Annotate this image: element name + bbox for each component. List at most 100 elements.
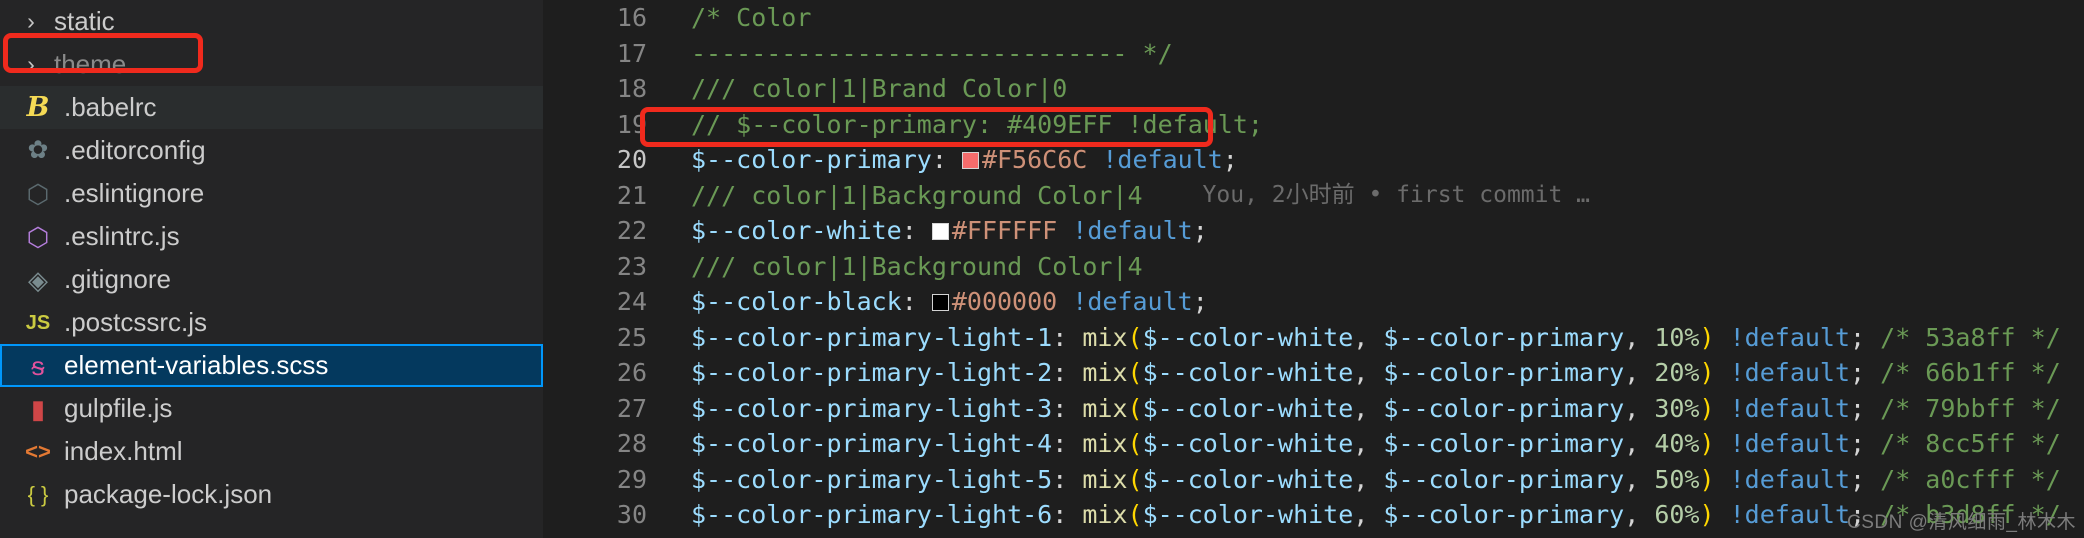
file-item-gulpfile-js[interactable]: ▮ gulpfile.js: [0, 387, 543, 430]
token-punct: :: [931, 145, 947, 174]
line-number: 30: [616, 500, 647, 529]
token-punct: [1057, 287, 1072, 316]
code-lines[interactable]: 16 /* Color 17 ----------------------------…: [543, 0, 2084, 533]
file-item-editorconfig[interactable]: ✿ .editorconfig: [0, 129, 543, 172]
token-punct: :: [1052, 358, 1083, 387]
code-line-28[interactable]: 28 $--color-primary-light-4: mix($--color…: [543, 426, 2084, 462]
file-item-index-html[interactable]: <> index.html: [0, 430, 543, 473]
token-var: $--color-primary: [691, 145, 932, 174]
token-punct: [947, 145, 962, 174]
token-comment: /* 8cc5ff */: [1880, 429, 2061, 458]
code-line-26[interactable]: 26 $--color-primary-light-2: mix($--color…: [543, 355, 2084, 391]
code-text[interactable]: /// color|1|Background Color|4: [673, 178, 1143, 214]
code-editor[interactable]: 16 /* Color 17 ----------------------------…: [543, 0, 2084, 538]
token-keyword: !default: [1729, 322, 1851, 352]
file-tree-item-label: theme: [54, 49, 127, 79]
token-punct: ;: [1850, 464, 1881, 494]
token-var: $--color-black: [691, 287, 902, 316]
file-item-package-lock-json[interactable]: { } package-lock.json: [0, 473, 543, 516]
token-punct: ,: [1624, 500, 1655, 529]
file-item-eslintignore[interactable]: ⬡ .eslintignore: [0, 172, 543, 215]
file-item-gitignore[interactable]: ◈ .gitignore: [0, 258, 543, 301]
token-hex: #F56C6C: [981, 145, 1088, 174]
token-var: $--color-primary-light-3: [691, 393, 1053, 423]
code-line-25[interactable]: 25 $--color-primary-light-1: mix($--color…: [543, 320, 2084, 356]
code-line-21[interactable]: 21 /// color|1|Background Color|4 You, 2小时…: [543, 178, 2084, 214]
token-var: $--color-primary-light-4: [691, 429, 1053, 458]
code-text[interactable]: ----------------------------- */: [673, 36, 1173, 72]
token-punct: ;: [1850, 429, 1881, 458]
code-text[interactable]: /// color|1|Background Color|4: [673, 249, 1143, 285]
token-punct: [1715, 394, 1730, 423]
code-text[interactable]: $--color-primary: #F56C6C !default;: [673, 142, 1238, 178]
code-text[interactable]: /// color|1|Brand Color|0: [673, 71, 1067, 107]
color-swatch[interactable]: [931, 294, 949, 311]
git-blame-annotation[interactable]: You, 2小时前 • first commit …: [1143, 178, 1591, 214]
token-var: $--color-primary-light-5: [691, 464, 1053, 494]
code-line-18[interactable]: 18 /// color|1|Brand Color|0: [543, 71, 2084, 107]
code-text[interactable]: $--color-primary-light-1: mix($--color-w…: [673, 320, 2061, 356]
token-var: $--color-primary: [1383, 500, 1625, 529]
line-number: 19: [616, 109, 647, 139]
line-number: 16: [616, 3, 647, 32]
file-item-postcssrc-js[interactable]: JS .postcssrc.js: [0, 301, 543, 344]
code-line-20[interactable]: 20 $--color-primary: #F56C6C !default;: [543, 142, 2084, 178]
code-text[interactable]: $--color-white: #FFFFFF !default;: [673, 213, 1208, 249]
chevron-right-icon[interactable]: ›: [14, 53, 48, 76]
token-punct: [1057, 216, 1072, 245]
token-punct: [1087, 145, 1102, 174]
token-var: $--color-primary-light-2: [691, 358, 1053, 387]
token-punct: ,: [1353, 500, 1384, 529]
code-text[interactable]: $--color-black: #000000 !default;: [673, 284, 1208, 320]
code-text[interactable]: $--color-primary-light-5: mix($--color-w…: [673, 462, 2061, 498]
line-number: 23: [616, 251, 647, 281]
folder-item-static[interactable]: › static: [0, 0, 543, 43]
token-paren1: ): [1699, 429, 1715, 458]
token-comment: ----------------------------- */: [691, 38, 1173, 68]
code-text[interactable]: // $--color-primary: #409EFF !default;: [673, 107, 1263, 143]
file-item-babelrc[interactable]: B .babelrc: [0, 86, 543, 129]
token-hex: #FFFFFF: [951, 216, 1058, 245]
token-func: mix: [1082, 393, 1128, 423]
token-var: $--color-primary: [1383, 358, 1625, 387]
color-swatch[interactable]: [961, 152, 979, 169]
file-tree-item-label: index.html: [64, 436, 183, 466]
token-var: $--color-white: [1142, 322, 1354, 352]
code-line-17[interactable]: 17 ----------------------------- */: [543, 36, 2084, 72]
eslint-ignore-icon: ⬡: [26, 178, 50, 209]
code-line-23[interactable]: 23 /// color|1|Background Color|4: [543, 249, 2084, 285]
token-num: 20%: [1654, 358, 1700, 387]
code-text[interactable]: /* Color: [673, 0, 811, 36]
token-func: mix: [1082, 500, 1128, 529]
token-keyword: !default: [1102, 145, 1223, 174]
code-line-16[interactable]: 16 /* Color: [543, 0, 2084, 36]
code-line-19[interactable]: 19 // $--color-primary: #409EFF !default;: [543, 107, 2084, 143]
code-line-22[interactable]: 22 $--color-white: #FFFFFF !default;: [543, 213, 2084, 249]
code-line-24[interactable]: 24 $--color-black: #000000 !default;: [543, 284, 2084, 320]
line-number: 18: [616, 74, 647, 103]
token-var: $--color-white: [1142, 429, 1354, 458]
token-paren1: ): [1699, 322, 1715, 352]
token-punct: ;: [1192, 216, 1208, 245]
file-item-eslintrc-js[interactable]: ⬡ .eslintrc.js: [0, 215, 543, 258]
color-swatch[interactable]: [931, 223, 949, 240]
folder-item-theme[interactable]: › theme: [0, 43, 543, 86]
file-item-element-variables-scss[interactable]: ᵴ element-variables.scss: [0, 344, 543, 387]
code-text[interactable]: $--color-primary-light-2: mix($--color-w…: [673, 355, 2061, 391]
javascript-icon: JS: [25, 311, 51, 334]
chevron-right-icon[interactable]: ›: [14, 10, 48, 33]
token-var: $--color-white: [1142, 464, 1354, 494]
code-line-27[interactable]: 27 $--color-primary-light-3: mix($--color…: [543, 391, 2084, 427]
code-text[interactable]: $--color-primary-light-4: mix($--color-w…: [673, 426, 2061, 462]
code-line-29[interactable]: 29 $--color-primary-light-5: mix($--color…: [543, 462, 2084, 498]
token-var: $--color-white: [1142, 393, 1354, 423]
eslint-icon: ⬡: [26, 221, 50, 252]
code-text[interactable]: $--color-primary-light-3: mix($--color-w…: [673, 391, 2061, 427]
token-func: mix: [1082, 358, 1128, 387]
token-keyword: !default: [1729, 429, 1851, 458]
token-var: $--color-primary-light-1: [691, 322, 1053, 352]
token-var: $--color-white: [1142, 358, 1354, 387]
token-comment: // $--color-primary: #409EFF !default;: [691, 109, 1263, 139]
token-punct: ,: [1353, 358, 1384, 387]
watermark-text: CSDN @清风细雨_林木木: [1847, 512, 2076, 533]
